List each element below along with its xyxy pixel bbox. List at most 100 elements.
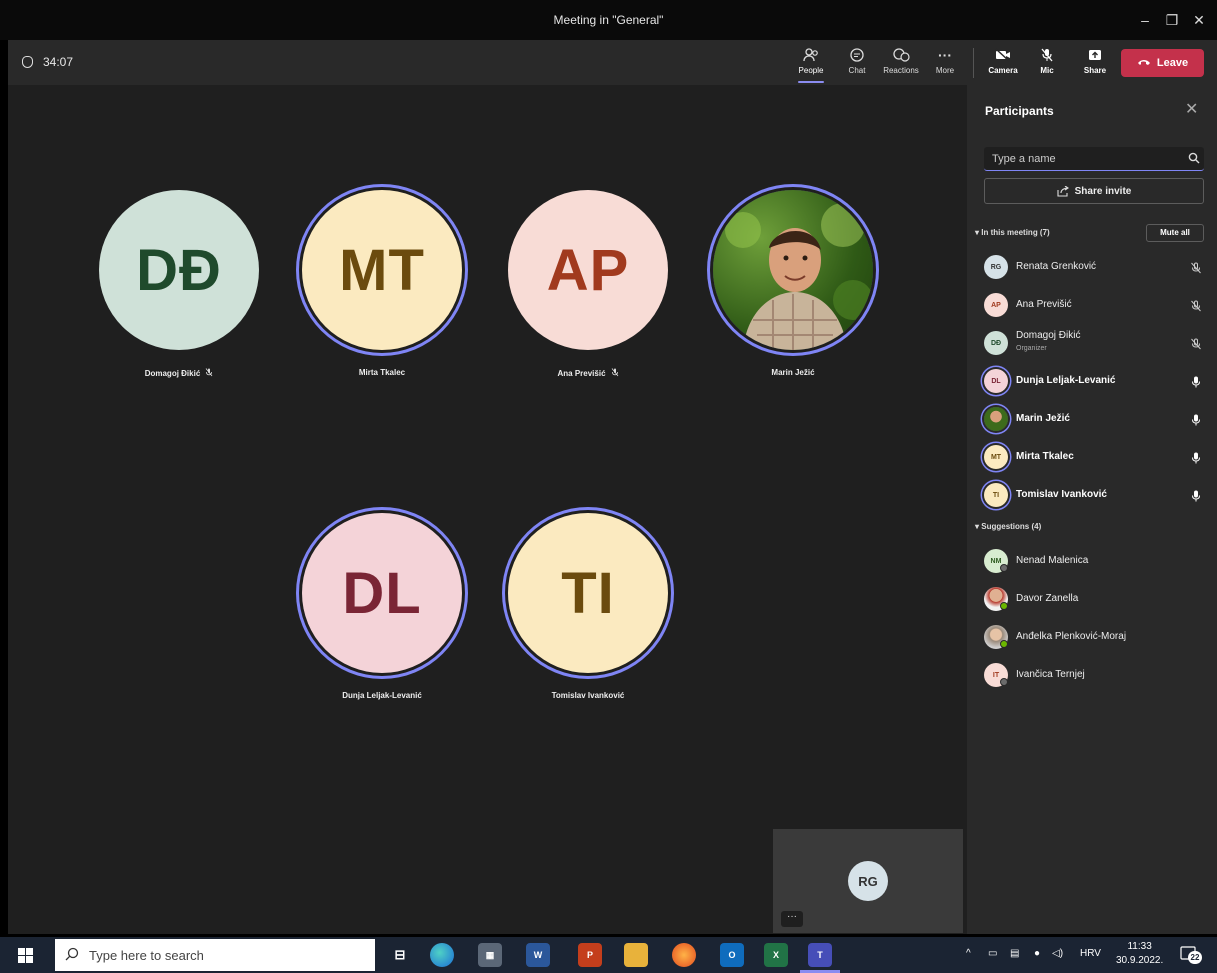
participants-panel: Participants ✕ Share invite ▾ In this me… <box>967 85 1217 934</box>
participant-name: Dunja Leljak-Levanić <box>342 691 422 700</box>
participant-row[interactable]: Marin Ježić <box>967 400 1217 438</box>
close-panel-button[interactable]: ✕ <box>1185 99 1198 119</box>
network-icon[interactable]: ▤ <box>1010 948 1019 959</box>
search-participants-input[interactable] <box>984 147 1204 171</box>
participant-avatar: AP <box>984 293 1008 317</box>
suggestion-row[interactable]: Davor Zanella <box>967 580 1217 618</box>
presence-status-icon <box>1000 602 1008 610</box>
presence-status-icon <box>1000 640 1008 648</box>
meeting-toolbar: 34:07 People Chat Reactions ··· More Cam… <box>8 40 1217 85</box>
suggestions-section-header[interactable]: ▾ Suggestions (4) <box>975 522 1041 531</box>
self-view-more-button[interactable]: ··· <box>781 911 803 927</box>
share-button[interactable]: Share <box>1080 44 1110 82</box>
window-title: Meeting in "General" <box>553 13 664 27</box>
participant-avatar: AP <box>508 190 668 350</box>
self-view[interactable]: RG ··· <box>773 829 963 933</box>
word-icon[interactable]: W <box>526 943 550 967</box>
participant-row[interactable]: RG Renata Grenković <box>967 248 1217 286</box>
powerpoint-icon[interactable]: P <box>578 943 602 967</box>
participant-tile[interactable]: MT Mirta Tkalec <box>292 190 472 377</box>
participant-photo <box>984 407 1008 431</box>
suggestion-row[interactable]: Anđelka Plenković-Moraj <box>967 618 1217 656</box>
participant-row[interactable]: MT Mirta Tkalec <box>967 438 1217 476</box>
participant-name: Mirta Tkalec <box>358 368 406 377</box>
participant-tile[interactable]: TI Tomislav Ivanković <box>498 513 678 700</box>
participant-tile[interactable]: DL Dunja Leljak-Levanić <box>292 513 472 700</box>
participant-tile[interactable]: AP Ana Previšić <box>498 190 678 379</box>
phone-hangup-icon <box>1137 57 1151 69</box>
edge-icon[interactable] <box>430 943 454 967</box>
participant-name: Ana Previšić <box>1016 299 1072 310</box>
presence-status-icon <box>1000 564 1008 572</box>
participant-row[interactable]: TI Tomislav Ivanković <box>967 476 1217 514</box>
suggestions-label: Suggestions (4) <box>981 522 1042 531</box>
participant-name: Dunja Leljak-Levanić <box>1016 375 1116 386</box>
participant-row[interactable]: AP Ana Previšić <box>967 286 1217 324</box>
chat-button[interactable]: Chat <box>842 44 872 82</box>
more-label: More <box>935 66 955 75</box>
leave-button[interactable]: Leave <box>1121 49 1204 77</box>
mic-icon <box>1190 413 1202 426</box>
microphone-tray-icon[interactable]: ● <box>1034 948 1040 959</box>
mic-label: Mic <box>1040 66 1054 75</box>
share-invite-label: Share invite <box>1074 185 1132 197</box>
volume-icon[interactable]: ◁) <box>1052 948 1063 959</box>
file-explorer-icon[interactable] <box>624 943 648 967</box>
notification-center-icon[interactable]: 22 <box>1180 946 1202 964</box>
search-icon <box>65 947 79 961</box>
mic-button[interactable]: Mic <box>1033 44 1061 82</box>
people-button[interactable]: People <box>794 44 828 83</box>
minimize-button[interactable]: – <box>1133 10 1157 30</box>
camera-off-icon <box>986 44 1020 66</box>
mic-off-icon <box>1033 44 1061 66</box>
outlook-icon[interactable]: O <box>720 943 744 967</box>
meet-now-icon[interactable]: ▭ <box>988 948 997 959</box>
mic-off-icon <box>205 368 213 379</box>
participant-name: Tomislav Ivanković <box>551 691 625 700</box>
task-view-icon[interactable]: ⊟ <box>388 943 412 967</box>
participant-avatar: DL <box>984 369 1008 393</box>
more-button[interactable]: ··· More <box>932 44 958 82</box>
participant-name: Marin Ježić <box>771 368 815 377</box>
calculator-icon[interactable]: ▦ <box>478 943 502 967</box>
camera-label: Camera <box>988 66 1018 75</box>
participant-row[interactable]: DĐ Domagoj Đikić Organizer <box>967 324 1217 362</box>
taskbar-search-box[interactable]: Type here to search <box>55 939 375 971</box>
share-screen-icon <box>1080 44 1110 66</box>
panel-title: Participants <box>985 104 1054 118</box>
reactions-icon <box>880 44 922 66</box>
meeting-timer: 34:07 <box>22 55 73 69</box>
close-window-button[interactable]: ✕ <box>1187 10 1211 30</box>
people-active-indicator <box>798 81 824 83</box>
clock-time: 11:33 <box>1127 941 1152 952</box>
system-clock[interactable]: 11:33 30.9.2022. <box>1116 940 1163 968</box>
participant-name: Ana Previšić <box>498 368 678 379</box>
firefox-icon[interactable] <box>672 943 696 967</box>
suggestion-row[interactable]: IT Ivančica Ternjej <box>967 656 1217 694</box>
excel-icon[interactable]: X <box>764 943 788 967</box>
in-meeting-section-header[interactable]: ▾ In this meeting (7) <box>975 228 1050 237</box>
shield-icon <box>22 56 33 68</box>
share-label: Share <box>1083 66 1107 75</box>
windows-start-icon[interactable] <box>18 948 34 968</box>
reactions-button[interactable]: Reactions <box>880 44 922 82</box>
suggestion-name: Davor Zanella <box>1016 593 1079 604</box>
share-invite-button[interactable]: Share invite <box>984 178 1204 204</box>
show-hidden-icons-icon[interactable]: ^ <box>966 948 971 959</box>
camera-button[interactable]: Camera <box>986 44 1020 82</box>
chat-label: Chat <box>848 66 866 75</box>
participant-name: Mirta Tkalec <box>1016 451 1074 462</box>
suggestion-row[interactable]: NM Nenad Malenica <box>967 542 1217 580</box>
teams-icon[interactable]: T <box>808 943 832 967</box>
participant-tile[interactable]: DĐ Domagoj Đikić <box>89 190 269 379</box>
participant-tile[interactable]: Marin Ježić <box>703 190 883 377</box>
language-indicator[interactable]: HRV <box>1080 948 1101 959</box>
restore-button[interactable]: ❐ <box>1160 10 1184 30</box>
mute-all-button[interactable]: Mute all <box>1146 224 1204 242</box>
participant-avatar: TI <box>508 513 668 673</box>
meeting-window: 34:07 People Chat Reactions ··· More Cam… <box>8 40 1217 934</box>
participant-row[interactable]: DL Dunja Leljak-Levanić <box>967 362 1217 400</box>
participant-avatar: TI <box>984 483 1008 507</box>
in-meeting-label: In this meeting (7) <box>981 228 1050 237</box>
mic-off-icon <box>611 368 619 379</box>
